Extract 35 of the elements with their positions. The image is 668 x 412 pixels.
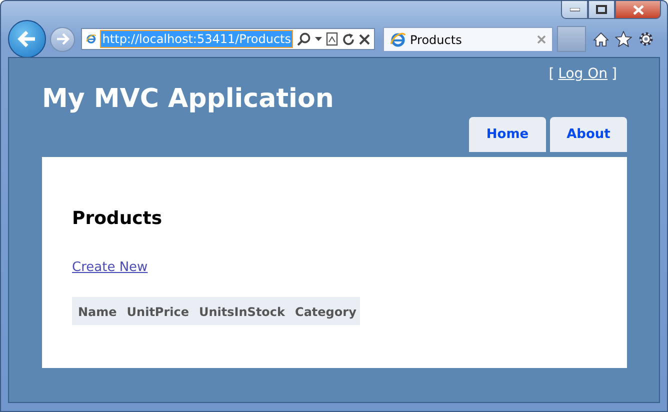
close-tab-icon[interactable] bbox=[537, 35, 546, 44]
maximize-button[interactable] bbox=[588, 1, 615, 19]
compatibility-icon[interactable] bbox=[326, 32, 338, 46]
search-icon[interactable] bbox=[297, 32, 311, 46]
back-arrow-icon bbox=[17, 30, 37, 48]
address-field[interactable]: http://localhost:53411/Products bbox=[81, 28, 375, 50]
browser-tab[interactable]: Products bbox=[383, 27, 553, 51]
page-heading: Products bbox=[72, 208, 164, 229]
maximize-icon bbox=[596, 5, 607, 14]
menu-tab[interactable]: About bbox=[550, 117, 627, 152]
browser-logo-icon bbox=[390, 32, 406, 48]
column-header: UnitsInStock bbox=[193, 297, 290, 325]
minimize-icon bbox=[570, 8, 580, 12]
create-new-link[interactable]: Create New bbox=[72, 260, 148, 275]
stop-icon[interactable] bbox=[359, 34, 370, 44]
forward-button[interactable] bbox=[50, 26, 75, 52]
close-icon bbox=[632, 4, 644, 14]
column-header: Category bbox=[289, 297, 360, 325]
minimize-button[interactable] bbox=[561, 1, 588, 19]
star-icon[interactable] bbox=[615, 31, 632, 47]
url-text: http://localhost:53411/Products bbox=[100, 30, 293, 48]
back-button[interactable] bbox=[8, 20, 46, 58]
column-header: UnitPrice bbox=[120, 297, 194, 325]
home-icon[interactable] bbox=[593, 32, 609, 46]
bracket-text: [ bbox=[548, 66, 554, 82]
bracket-text: ] bbox=[612, 66, 617, 82]
forward-arrow-icon bbox=[56, 33, 70, 45]
site-title: My MVC Application bbox=[42, 84, 334, 114]
log-on-link[interactable]: Log On bbox=[558, 66, 608, 82]
menu-tab[interactable]: Home bbox=[469, 117, 546, 152]
close-button[interactable] bbox=[615, 1, 661, 19]
settings-icon[interactable] bbox=[638, 31, 654, 47]
column-header: Name bbox=[72, 297, 121, 325]
refresh-icon[interactable] bbox=[342, 32, 355, 46]
caret-icon[interactable] bbox=[315, 37, 322, 41]
